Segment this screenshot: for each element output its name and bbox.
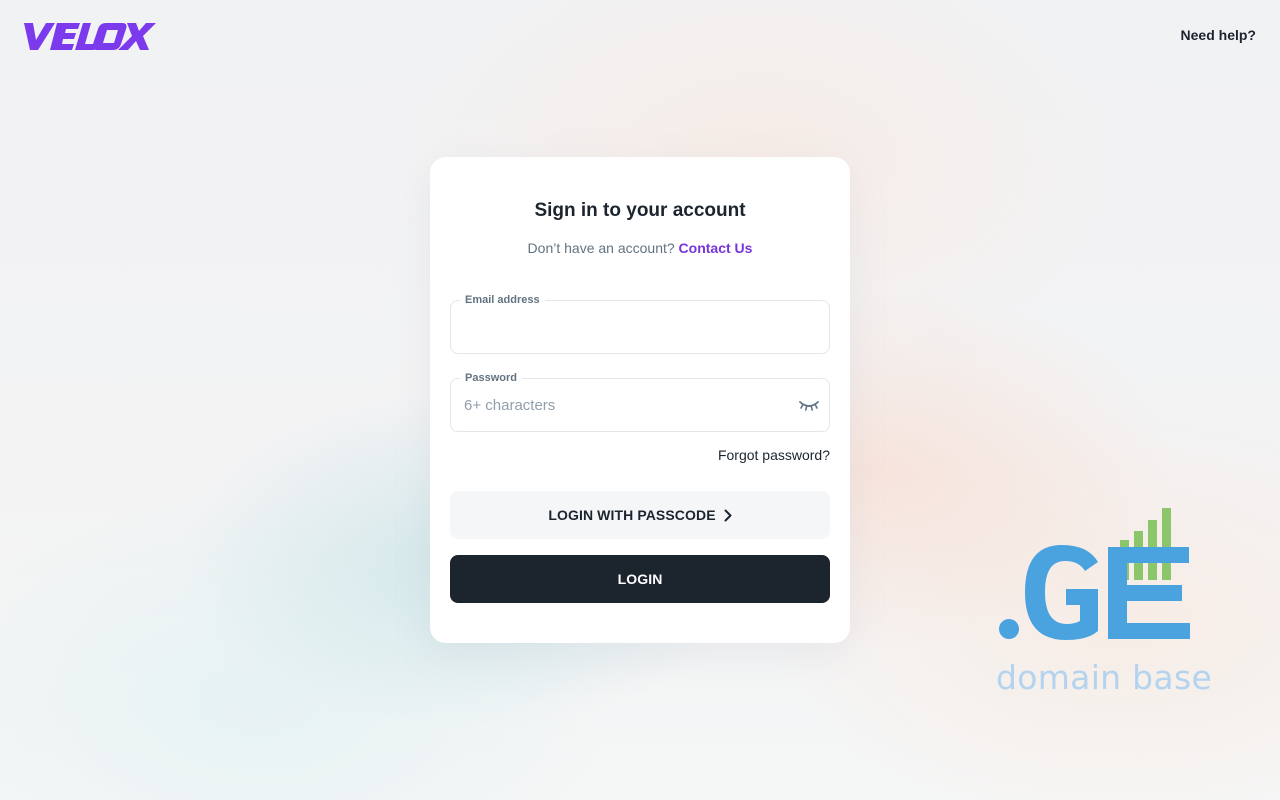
page-title: Sign in to your account bbox=[534, 200, 746, 221]
signup-prompt: Don’t have an account? Contact Us bbox=[430, 240, 850, 256]
email-field[interactable]: Email address bbox=[450, 293, 830, 354]
sign-in-card: Sign in to your account Don’t have an ac… bbox=[430, 157, 850, 643]
login-button[interactable]: LOGIN bbox=[450, 555, 830, 603]
passcode-button-label: LOGIN WITH PASSCODE bbox=[548, 507, 716, 523]
password-field[interactable]: Password bbox=[450, 371, 830, 432]
velox-logo[interactable] bbox=[24, 20, 156, 52]
forgot-password-link[interactable]: Forgot password? bbox=[718, 447, 830, 463]
email-input[interactable] bbox=[464, 301, 784, 353]
password-input[interactable] bbox=[464, 379, 784, 431]
contact-us-link[interactable]: Contact Us bbox=[679, 240, 753, 256]
eye-closed-icon[interactable] bbox=[797, 394, 821, 418]
need-help-link[interactable]: Need help? bbox=[1181, 27, 1256, 43]
login-with-passcode-button[interactable]: LOGIN WITH PASSCODE bbox=[450, 491, 830, 539]
chevron-right-icon bbox=[724, 509, 732, 522]
watermark-tagline: domain base bbox=[996, 658, 1213, 697]
signup-prompt-text: Don’t have an account? bbox=[527, 240, 675, 256]
